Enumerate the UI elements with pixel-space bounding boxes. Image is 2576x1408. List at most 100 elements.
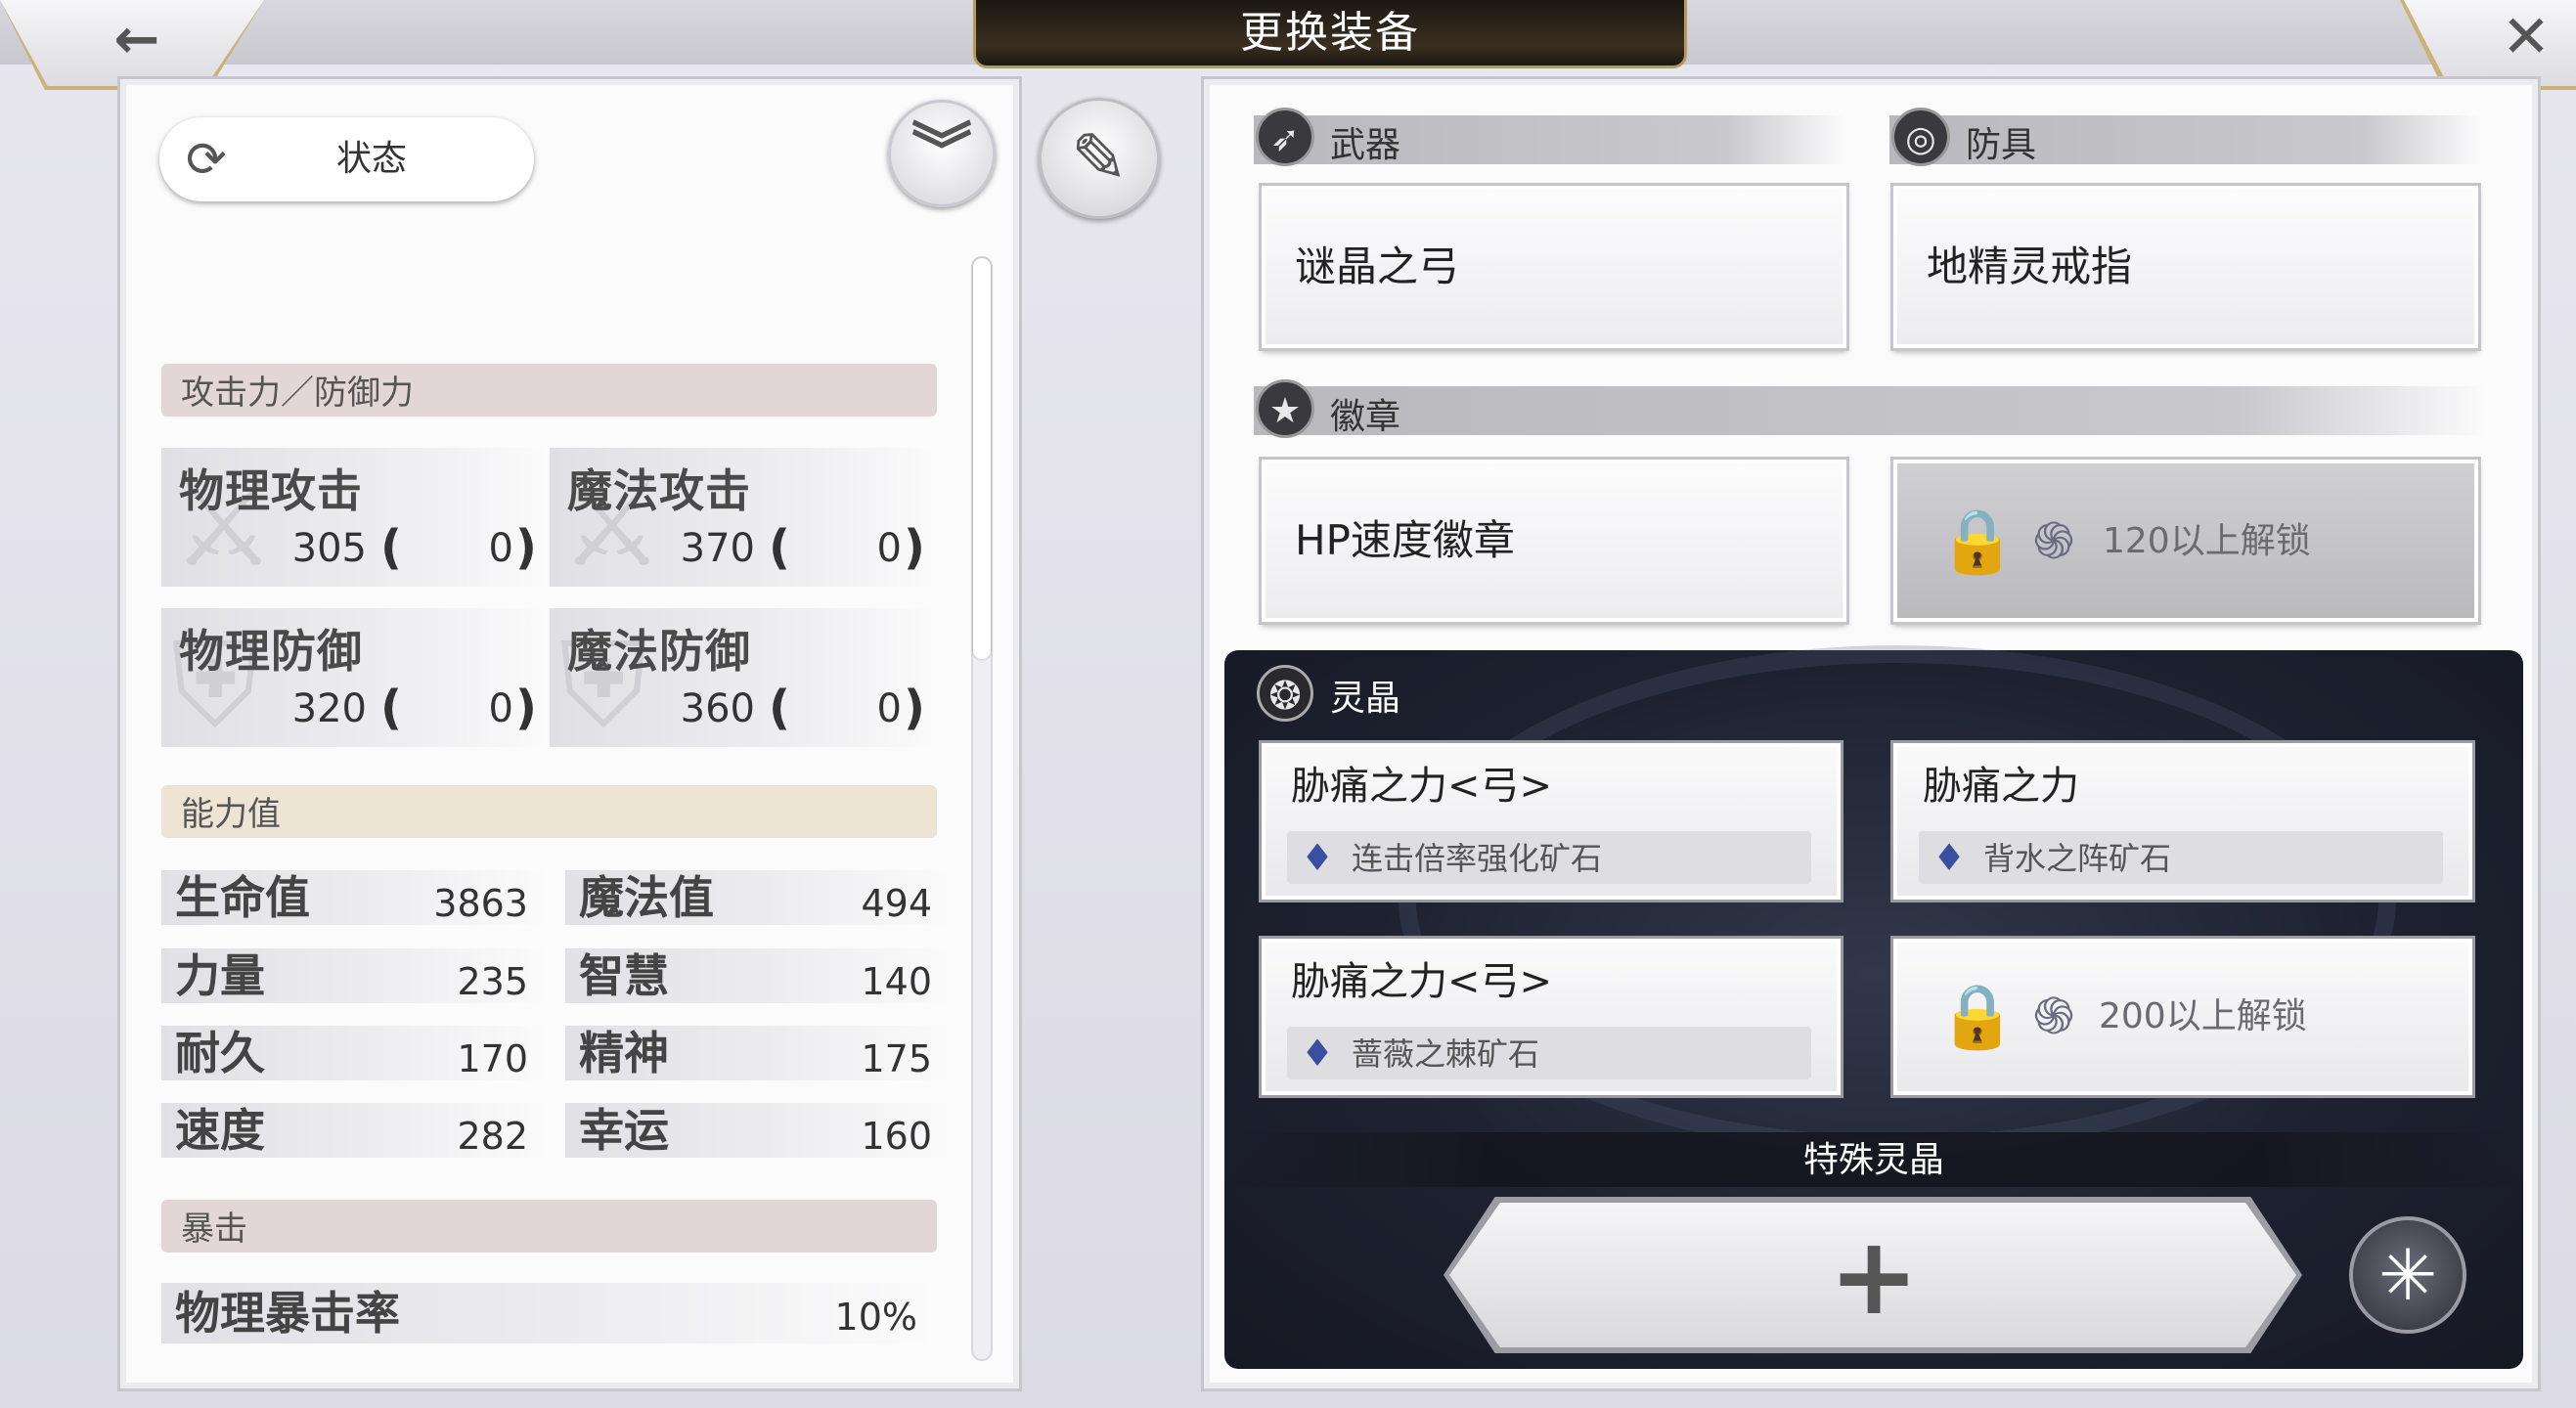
crystal-slot-1[interactable]: 胁痛之力<弓> ♦ 连击倍率强化矿石 (1262, 743, 1841, 900)
stat-name: 魔法防御 (567, 625, 751, 678)
crystal-slot-locked: 🔒 ֍ 200以上解锁 (1893, 939, 2472, 1095)
page-title: 更换装备 (1240, 8, 1420, 58)
ore-crystal-icon: ♦ (1932, 836, 1967, 879)
stat-name: 魔法攻击 (567, 464, 751, 517)
weapon-slot[interactable]: 谜晶之弓 (1262, 186, 1846, 348)
stat-open-paren: ( (769, 681, 790, 735)
section-header-ability: 能力值 (161, 785, 937, 838)
ability-name: 耐久 (175, 1027, 265, 1079)
stat-card-mag-atk: ⚔ 魔法攻击 370 ( 0 ) (550, 448, 936, 587)
scrollbar-thumb[interactable] (973, 258, 991, 659)
armor-slot[interactable]: 地精灵戒指 (1893, 186, 2478, 348)
status-toggle-label[interactable]: 状态 (244, 129, 499, 190)
badge-slot-locked: 🔒 ֍ 120以上解锁 (1893, 460, 2478, 622)
crystal-emblem-icon: ❂ (1257, 665, 1313, 722)
crystal-name: 胁痛之力<弓> (1291, 959, 1553, 1004)
ability-name: 幸运 (579, 1104, 669, 1157)
ability-value: 3863 (433, 882, 528, 925)
chevron-down-icon[interactable]: ︾ (888, 108, 996, 196)
badge-item-name: HP速度徽章 (1295, 516, 1515, 564)
ore-name: 蔷薇之棘矿石 (1352, 1035, 1540, 1073)
ability-name: 速度 (175, 1104, 265, 1157)
ability-value: 160 (861, 1115, 932, 1158)
bow-icon: ➶ (1256, 108, 1314, 166)
ability-row-int: 智慧 140 (565, 948, 952, 1003)
stat-value: 370 (680, 526, 755, 571)
ore-row: ♦ 连击倍率强化矿石 (1287, 831, 1811, 884)
armor-item-name: 地精灵戒指 (1927, 242, 2133, 290)
unlock-requirement: 200以上解锁 (2099, 996, 2307, 1036)
swirl-icon: ֍ (2032, 512, 2075, 571)
crystal-name: 胁痛之力<弓> (1291, 764, 1553, 809)
ore-crystal-icon: ♦ (1301, 1032, 1335, 1075)
ability-name: 精神 (579, 1027, 669, 1079)
stat-close-paren: ) (904, 681, 925, 735)
back-arrow-icon[interactable]: ← (98, 13, 176, 67)
weapon-item-name: 谜晶之弓 (1295, 242, 1460, 290)
ability-name: 力量 (175, 949, 265, 1002)
lock-icon: 🔒 (1938, 506, 2017, 578)
stat-close-paren: ) (904, 520, 925, 575)
section-header-atk-def: 攻击力／防御力 (161, 364, 937, 417)
badge-category-bar (1254, 386, 2486, 435)
stat-close-paren: ) (515, 681, 537, 735)
ability-row-luck: 幸运 160 (565, 1103, 952, 1158)
stat-card-phys-atk: ⚔ 物理攻击 305 ( 0 ) (161, 448, 548, 587)
refresh-icon[interactable]: ⟳ (176, 129, 237, 190)
stat-value: 305 (291, 526, 367, 571)
crit-value: 10% (834, 1296, 917, 1339)
stat-card-mag-def: ⛨ 魔法防御 360 ( 0 ) (550, 608, 936, 747)
stat-bonus: 0 (488, 686, 513, 731)
plus-icon[interactable]: + (1829, 1222, 1919, 1330)
memo-quill-icon[interactable]: ✎ (1039, 98, 1160, 219)
lock-icon: 🔒 (1938, 981, 2017, 1053)
ability-value: 140 (861, 960, 932, 1003)
unlock-requirement: 120以上解锁 (2103, 521, 2311, 561)
ability-row-mp: 魔法值 494 (565, 870, 952, 925)
sparkle-burst-icon[interactable]: ✳ (2349, 1216, 2466, 1334)
stat-card-phys-def: ⛨ 物理防御 320 ( 0 ) (161, 608, 548, 747)
badge-slot[interactable]: HP速度徽章 (1262, 460, 1846, 622)
ore-name: 背水之阵矿石 (1983, 840, 2172, 877)
swirl-icon: ֍ (2032, 988, 2075, 1046)
stat-open-paren: ( (769, 520, 790, 575)
ability-row-speed: 速度 282 (161, 1103, 548, 1158)
ability-name: 生命值 (175, 871, 310, 924)
ability-value: 235 (457, 960, 528, 1003)
ability-row-str: 力量 235 (161, 948, 548, 1003)
special-crystal-label: 特殊灵晶 (1802, 1140, 1944, 1180)
ability-value: 494 (861, 882, 932, 925)
ore-row: ♦ 背水之阵矿石 (1919, 831, 2443, 884)
crit-row-phys: 物理暴击率 10% (161, 1283, 937, 1343)
crystal-name: 胁痛之力 (1923, 764, 2079, 809)
stat-open-paren: ( (380, 520, 402, 575)
ability-name: 魔法值 (579, 871, 714, 924)
stat-bonus: 0 (876, 526, 902, 571)
ability-row-hp: 生命值 3863 (161, 870, 548, 925)
crit-name: 物理暴击率 (175, 1287, 400, 1340)
ability-row-vit: 耐久 170 (161, 1026, 548, 1080)
ability-row-spirit: 精神 175 (565, 1026, 952, 1080)
ability-value: 282 (457, 1115, 528, 1158)
badge-category-label: 徽章 (1330, 397, 1401, 437)
weapon-category-label: 武器 (1330, 125, 1401, 165)
stat-bonus: 0 (876, 686, 902, 731)
stat-name: 物理防御 (179, 625, 363, 678)
crystal-category-label: 灵晶 (1330, 679, 1401, 719)
armor-category-label: 防具 (1966, 125, 2037, 165)
ability-value: 170 (457, 1037, 528, 1080)
crystal-slot-2[interactable]: 胁痛之力 ♦ 背水之阵矿石 (1893, 743, 2472, 900)
ore-row: ♦ 蔷薇之棘矿石 (1287, 1027, 1811, 1079)
ore-crystal-icon: ♦ (1301, 836, 1335, 879)
close-icon[interactable]: ✕ (2492, 8, 2560, 66)
section-header-crit: 暴击 (161, 1200, 937, 1253)
ability-value: 175 (861, 1037, 932, 1080)
stat-bonus: 0 (488, 526, 513, 571)
ring-icon: ◎ (1891, 108, 1950, 166)
stat-name: 物理攻击 (179, 464, 363, 517)
stat-open-paren: ( (380, 681, 402, 735)
crystal-slot-3[interactable]: 胁痛之力<弓> ♦ 蔷薇之棘矿石 (1262, 939, 1841, 1095)
ability-name: 智慧 (579, 949, 669, 1002)
stat-value: 320 (291, 686, 367, 731)
stat-close-paren: ) (515, 520, 537, 575)
